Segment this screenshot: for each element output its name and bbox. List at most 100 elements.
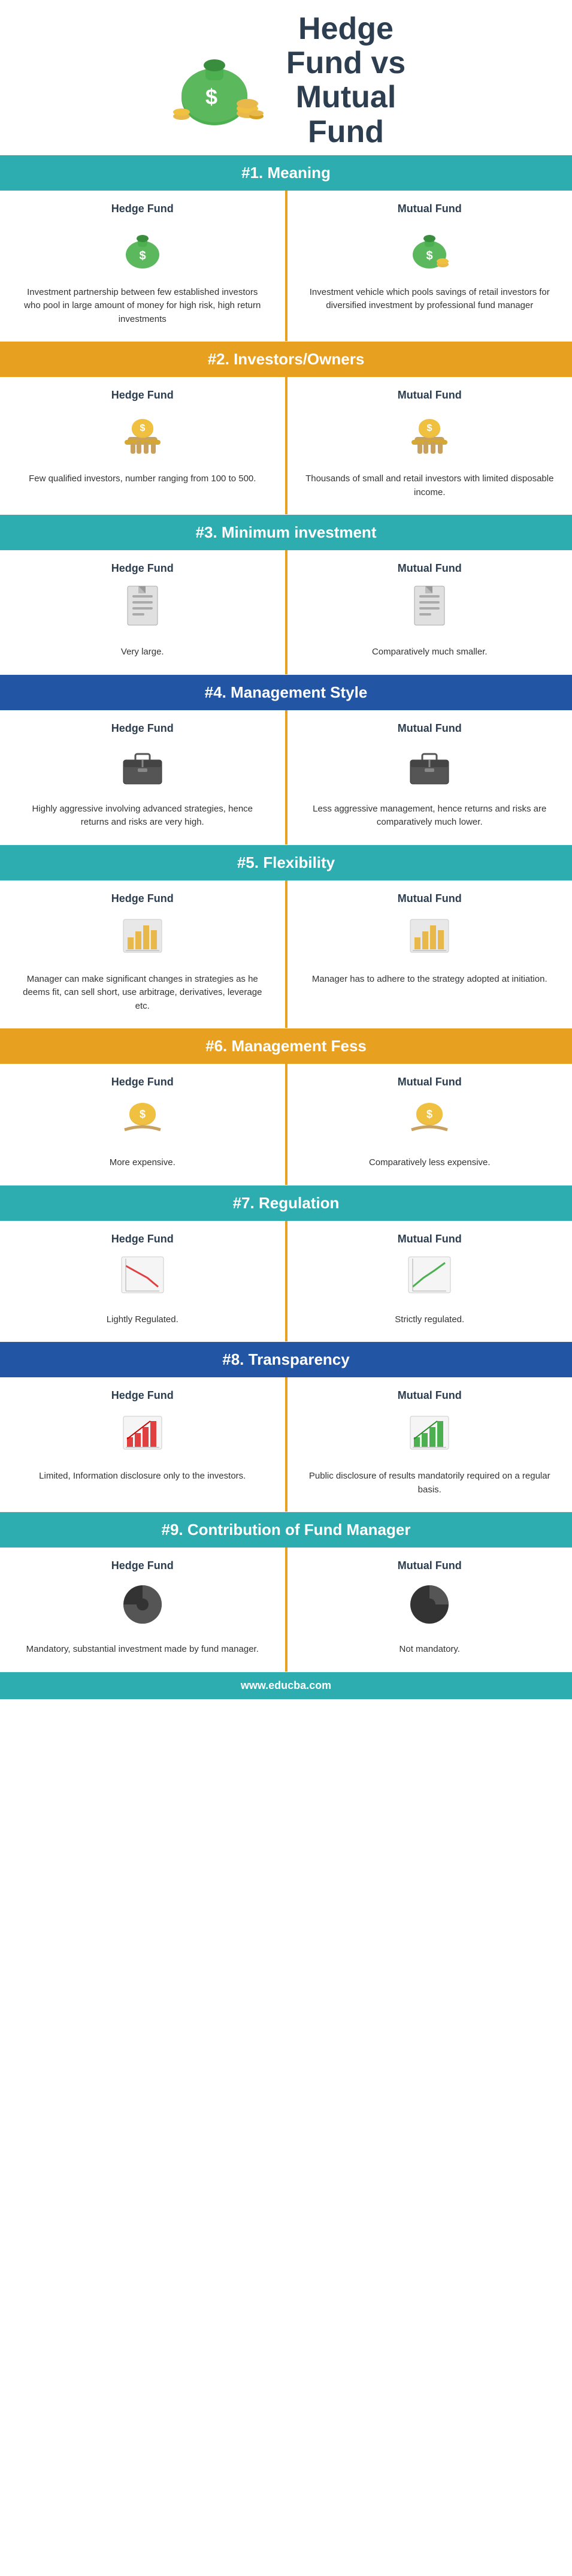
header-left-icons: $ bbox=[167, 32, 274, 128]
section-row-management: Hedge Fund Highly aggressive involving a… bbox=[0, 710, 572, 845]
left-text-regulation: Lightly Regulated. bbox=[18, 1313, 267, 1327]
section-header-regulation: #7. Regulation bbox=[0, 1186, 572, 1221]
right-cell-investors: Mutual Fund $ Thousands of small and ret… bbox=[287, 377, 572, 514]
right-cell-fees: Mutual Fund $ Comparatively less expensi… bbox=[287, 1064, 572, 1185]
svg-text:$: $ bbox=[140, 423, 145, 433]
left-title-meaning: Hedge Fund bbox=[18, 203, 267, 215]
right-title-flexibility: Mutual Fund bbox=[305, 892, 555, 905]
right-title-investors: Mutual Fund bbox=[305, 389, 555, 402]
left-icon-minimum bbox=[18, 583, 267, 637]
section-row-contribution: Hedge Fund Mandatory, substantial invest… bbox=[0, 1548, 572, 1672]
left-cell-management: Hedge Fund Highly aggressive involving a… bbox=[0, 710, 287, 844]
left-text-management: Highly aggressive involving advanced str… bbox=[18, 803, 267, 829]
left-text-transparency: Limited, Information disclosure only to … bbox=[18, 1470, 267, 1483]
left-text-meaning: Investment partnership between few estab… bbox=[18, 286, 267, 327]
section-row-investors: Hedge Fund $ Few qualified investors, nu… bbox=[0, 377, 572, 515]
right-text-flexibility: Manager has to adhere to the strategy ad… bbox=[305, 973, 555, 987]
left-text-fees: More expensive. bbox=[18, 1156, 267, 1170]
svg-text:$: $ bbox=[427, 423, 432, 433]
section-row-regulation: Hedge Fund Lightly Regulated.Mutual Fund… bbox=[0, 1221, 572, 1343]
right-title-meaning: Mutual Fund bbox=[305, 203, 555, 215]
left-cell-contribution: Hedge Fund Mandatory, substantial invest… bbox=[0, 1548, 287, 1672]
svg-text:$: $ bbox=[426, 1108, 432, 1120]
left-cell-fees: Hedge Fund $ More expensive. bbox=[0, 1064, 287, 1185]
left-title-minimum: Hedge Fund bbox=[18, 562, 267, 575]
right-text-fees: Comparatively less expensive. bbox=[305, 1156, 555, 1170]
section-header-minimum: #3. Minimum investment bbox=[0, 515, 572, 550]
left-text-investors: Few qualified investors, number ranging … bbox=[18, 472, 267, 486]
right-text-minimum: Comparatively much smaller. bbox=[305, 645, 555, 659]
right-icon-minimum bbox=[305, 583, 555, 637]
footer: www.educba.com bbox=[0, 1672, 572, 1699]
right-icon-regulation bbox=[305, 1254, 555, 1305]
right-text-regulation: Strictly regulated. bbox=[305, 1313, 555, 1327]
svg-text:$: $ bbox=[205, 85, 217, 109]
right-text-contribution: Not mandatory. bbox=[305, 1643, 555, 1657]
right-icon-management bbox=[305, 743, 555, 794]
left-cell-transparency: Hedge Fund Limited, Information disclosu… bbox=[0, 1377, 287, 1512]
left-cell-regulation: Hedge Fund Lightly Regulated. bbox=[0, 1221, 287, 1342]
left-cell-meaning: Hedge Fund $ Investment partnership betw… bbox=[0, 191, 287, 342]
right-text-transparency: Public disclosure of results mandatorily… bbox=[305, 1470, 555, 1497]
page-header: $ Hedge Fund vs Mutual Fund bbox=[0, 0, 572, 155]
section-row-flexibility: Hedge Fund Manager can make significant … bbox=[0, 880, 572, 1029]
section-header-management: #4. Management Style bbox=[0, 675, 572, 710]
left-cell-minimum: Hedge Fund Very large. bbox=[0, 550, 287, 674]
section-row-fees: Hedge Fund $ More expensive.Mutual Fund … bbox=[0, 1064, 572, 1186]
left-title-transparency: Hedge Fund bbox=[18, 1389, 267, 1402]
svg-text:$: $ bbox=[426, 249, 433, 263]
section-row-transparency: Hedge Fund Limited, Information disclosu… bbox=[0, 1377, 572, 1512]
right-icon-fees: $ bbox=[305, 1097, 555, 1148]
right-cell-flexibility: Mutual Fund Manager has to adhere to the… bbox=[287, 880, 572, 1028]
left-title-fees: Hedge Fund bbox=[18, 1076, 267, 1088]
right-cell-management: Mutual Fund Less aggressive management, … bbox=[287, 710, 572, 844]
left-title-flexibility: Hedge Fund bbox=[18, 892, 267, 905]
right-text-investors: Thousands of small and retail investors … bbox=[305, 472, 555, 499]
left-title-investors: Hedge Fund bbox=[18, 389, 267, 402]
left-text-contribution: Mandatory, substantial investment made b… bbox=[18, 1643, 267, 1657]
left-text-minimum: Very large. bbox=[18, 645, 267, 659]
right-icon-contribution bbox=[305, 1580, 555, 1634]
section-row-minimum: Hedge Fund Very large.Mutual Fund Compar… bbox=[0, 550, 572, 675]
header-title: Hedge Fund vs Mutual Fund bbox=[286, 12, 405, 149]
sections-container: #1. MeaningHedge Fund $ Investment partn… bbox=[0, 155, 572, 1672]
left-icon-regulation bbox=[18, 1254, 267, 1305]
section-header-fees: #6. Management Fess bbox=[0, 1028, 572, 1064]
right-icon-flexibility bbox=[305, 913, 555, 964]
left-icon-contribution bbox=[18, 1580, 267, 1634]
section-row-meaning: Hedge Fund $ Investment partnership betw… bbox=[0, 191, 572, 342]
right-icon-meaning: $ bbox=[305, 224, 555, 277]
right-title-regulation: Mutual Fund bbox=[305, 1233, 555, 1245]
left-icon-meaning: $ bbox=[18, 224, 267, 277]
section-header-investors: #2. Investors/Owners bbox=[0, 342, 572, 377]
right-title-minimum: Mutual Fund bbox=[305, 562, 555, 575]
right-cell-minimum: Mutual Fund Comparatively much smaller. bbox=[287, 550, 572, 674]
left-title-contribution: Hedge Fund bbox=[18, 1560, 267, 1572]
right-title-contribution: Mutual Fund bbox=[305, 1560, 555, 1572]
right-cell-regulation: Mutual Fund Strictly regulated. bbox=[287, 1221, 572, 1342]
left-icon-flexibility bbox=[18, 913, 267, 964]
right-cell-contribution: Mutual Fund Not mandatory. bbox=[287, 1548, 572, 1672]
left-icon-fees: $ bbox=[18, 1097, 267, 1148]
section-header-transparency: #8. Transparency bbox=[0, 1342, 572, 1377]
left-icon-investors: $ bbox=[18, 410, 267, 464]
svg-text:$: $ bbox=[139, 249, 146, 263]
left-title-management: Hedge Fund bbox=[18, 722, 267, 735]
right-title-transparency: Mutual Fund bbox=[305, 1389, 555, 1402]
svg-text:$: $ bbox=[140, 1108, 146, 1120]
right-text-meaning: Investment vehicle which pools savings o… bbox=[305, 286, 555, 313]
right-cell-transparency: Mutual Fund Public disclosure of results… bbox=[287, 1377, 572, 1512]
footer-url: www.educba.com bbox=[241, 1679, 331, 1691]
section-header-contribution: #9. Contribution of Fund Manager bbox=[0, 1512, 572, 1548]
right-text-management: Less aggressive management, hence return… bbox=[305, 803, 555, 829]
left-cell-flexibility: Hedge Fund Manager can make significant … bbox=[0, 880, 287, 1028]
right-icon-transparency bbox=[305, 1410, 555, 1461]
left-text-flexibility: Manager can make significant changes in … bbox=[18, 973, 267, 1013]
section-header-meaning: #1. Meaning bbox=[0, 155, 572, 191]
right-cell-meaning: Mutual Fund $ Investment vehicle which p… bbox=[287, 191, 572, 342]
left-title-regulation: Hedge Fund bbox=[18, 1233, 267, 1245]
right-icon-investors: $ bbox=[305, 410, 555, 464]
left-cell-investors: Hedge Fund $ Few qualified investors, nu… bbox=[0, 377, 287, 514]
right-title-management: Mutual Fund bbox=[305, 722, 555, 735]
left-icon-management bbox=[18, 743, 267, 794]
